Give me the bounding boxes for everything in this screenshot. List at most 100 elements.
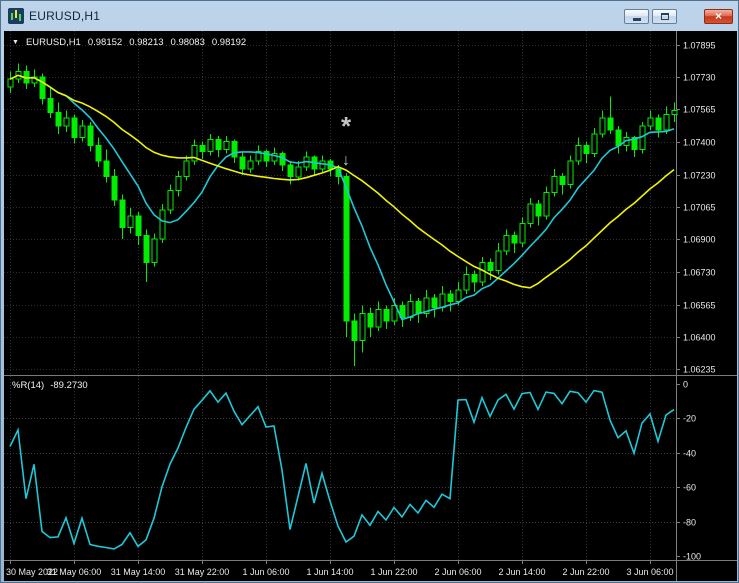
maximize-icon [660, 12, 669, 20]
candle [535, 203, 542, 217]
indicator-background [4, 376, 737, 560]
price-axis-label: 1.07895 [683, 41, 716, 51]
candle [455, 289, 462, 303]
chart-annotation-marker[interactable]: * [341, 111, 352, 141]
close-button[interactable]: × [704, 8, 733, 24]
price-axis-label: 1.06730 [683, 268, 716, 278]
indicator-axis-label: 0 [683, 380, 688, 390]
candle [519, 223, 526, 244]
indicator-header: %R(14) -89.2730 [12, 380, 88, 391]
time-axis-label: 2 Jun 14:00 [498, 567, 545, 577]
candle [7, 78, 14, 88]
time-axis-label: 31 May 22:00 [175, 567, 230, 577]
candle [495, 250, 502, 271]
candle [615, 129, 622, 147]
candle [143, 234, 150, 264]
indicator-panel[interactable]: 0 -20 -40 -60 -80 -100 %R(14) -89.2730 [4, 376, 737, 560]
time-axis-label: 3 Jun 06:00 [626, 567, 673, 577]
candle [55, 111, 62, 127]
time-axis-label: 1 Jun 14:00 [306, 567, 353, 577]
candle [215, 139, 222, 150]
candle [111, 176, 118, 201]
price-axis-label: 1.07230 [683, 171, 716, 181]
candle [183, 160, 190, 178]
candle [343, 176, 350, 322]
window-title: EURUSD,H1 [29, 9, 101, 23]
candle [487, 262, 494, 271]
symbol-period-label: EURUSD,H1 [25, 37, 81, 48]
time-axis-label: 2 Jun 06:00 [434, 567, 481, 577]
indicator-value-label: -89.2730 [50, 380, 88, 391]
candlestick-plot[interactable]: 1.07895 1.07730 1.07565 1.07400 1.07230 1.070… [4, 31, 737, 375]
titlebar[interactable]: EURUSD,H1 × [2, 2, 737, 30]
candle [359, 312, 366, 342]
candle [47, 98, 54, 113]
candle [79, 125, 86, 139]
candle [295, 166, 302, 178]
close-icon: × [714, 9, 722, 23]
candle [551, 176, 558, 193]
candle [591, 133, 598, 154]
one-click-trading-arrow-icon[interactable]: ▼ [12, 39, 19, 46]
candle [63, 117, 70, 127]
price-axis-label: 1.06400 [683, 333, 716, 343]
time-axis[interactable]: 30 May 202231 May 06:00 31 May 14:00 31 Ma… [4, 561, 737, 581]
price-axis-label: 1.07400 [683, 138, 716, 148]
candle [287, 164, 294, 178]
candle [175, 176, 182, 191]
app-icon [8, 8, 24, 24]
candle [87, 125, 94, 146]
time-axis-label: 1 Jun 06:00 [242, 567, 289, 577]
time-axis-label: 2 Jun 22:00 [562, 567, 609, 577]
minimize-button[interactable] [624, 8, 649, 24]
candle [95, 145, 102, 162]
candle [567, 160, 574, 186]
indicator-axis-label: -80 [683, 518, 696, 528]
candle [71, 117, 78, 139]
candle [671, 109, 678, 115]
price-axis-label: 1.06235 [683, 365, 716, 375]
candle [479, 262, 486, 283]
candle [607, 117, 614, 131]
price-axis-label: 1.07730 [683, 73, 716, 83]
indicator-name-label: %R(14) [12, 380, 45, 391]
candle [575, 145, 582, 162]
indicator-axis-label: -20 [683, 414, 696, 424]
price-axis-label: 1.06565 [683, 301, 716, 311]
time-axis-label: 1 Jun 22:00 [370, 567, 417, 577]
candle [655, 117, 662, 131]
ohlc-open: 0.98152 [87, 37, 123, 48]
candle [351, 320, 358, 342]
chart-client-area: 1.07895 1.07730 1.07565 1.07400 1.07230 1.070… [4, 31, 737, 581]
candle [543, 191, 550, 217]
candle [151, 238, 158, 264]
price-axis-label: 1.06900 [683, 235, 716, 245]
candle [431, 297, 438, 309]
time-axis-label: 31 May 14:00 [111, 567, 166, 577]
ohlc-close: 0.98192 [211, 37, 247, 48]
candle [407, 301, 414, 318]
indicator-axis-label: -100 [683, 552, 701, 561]
candle [559, 176, 566, 185]
candle [463, 273, 470, 291]
candle [127, 215, 134, 229]
indicator-axis-label: -60 [683, 483, 696, 493]
candle [247, 160, 254, 170]
candle [447, 293, 454, 303]
maximize-button[interactable] [652, 8, 677, 24]
williams-percent-r-plot[interactable]: 0 -20 -40 -60 -80 -100 [4, 376, 737, 560]
main-chart-panel[interactable]: 1.07895 1.07730 1.07565 1.07400 1.07230 1.070… [4, 31, 737, 375]
price-axis-label: 1.07565 [683, 105, 716, 115]
candle [239, 156, 246, 170]
candle [223, 141, 230, 150]
time-axis-label: 31 May 06:00 [47, 567, 102, 577]
candle [375, 309, 382, 328]
candle [511, 234, 518, 244]
candle [207, 139, 214, 152]
candle [367, 312, 374, 328]
candle [119, 199, 126, 228]
indicator-axis-label: -40 [683, 449, 696, 459]
candle [527, 203, 534, 225]
candle [647, 117, 654, 127]
chart-annotation-marker[interactable]: ↓ [342, 152, 350, 169]
